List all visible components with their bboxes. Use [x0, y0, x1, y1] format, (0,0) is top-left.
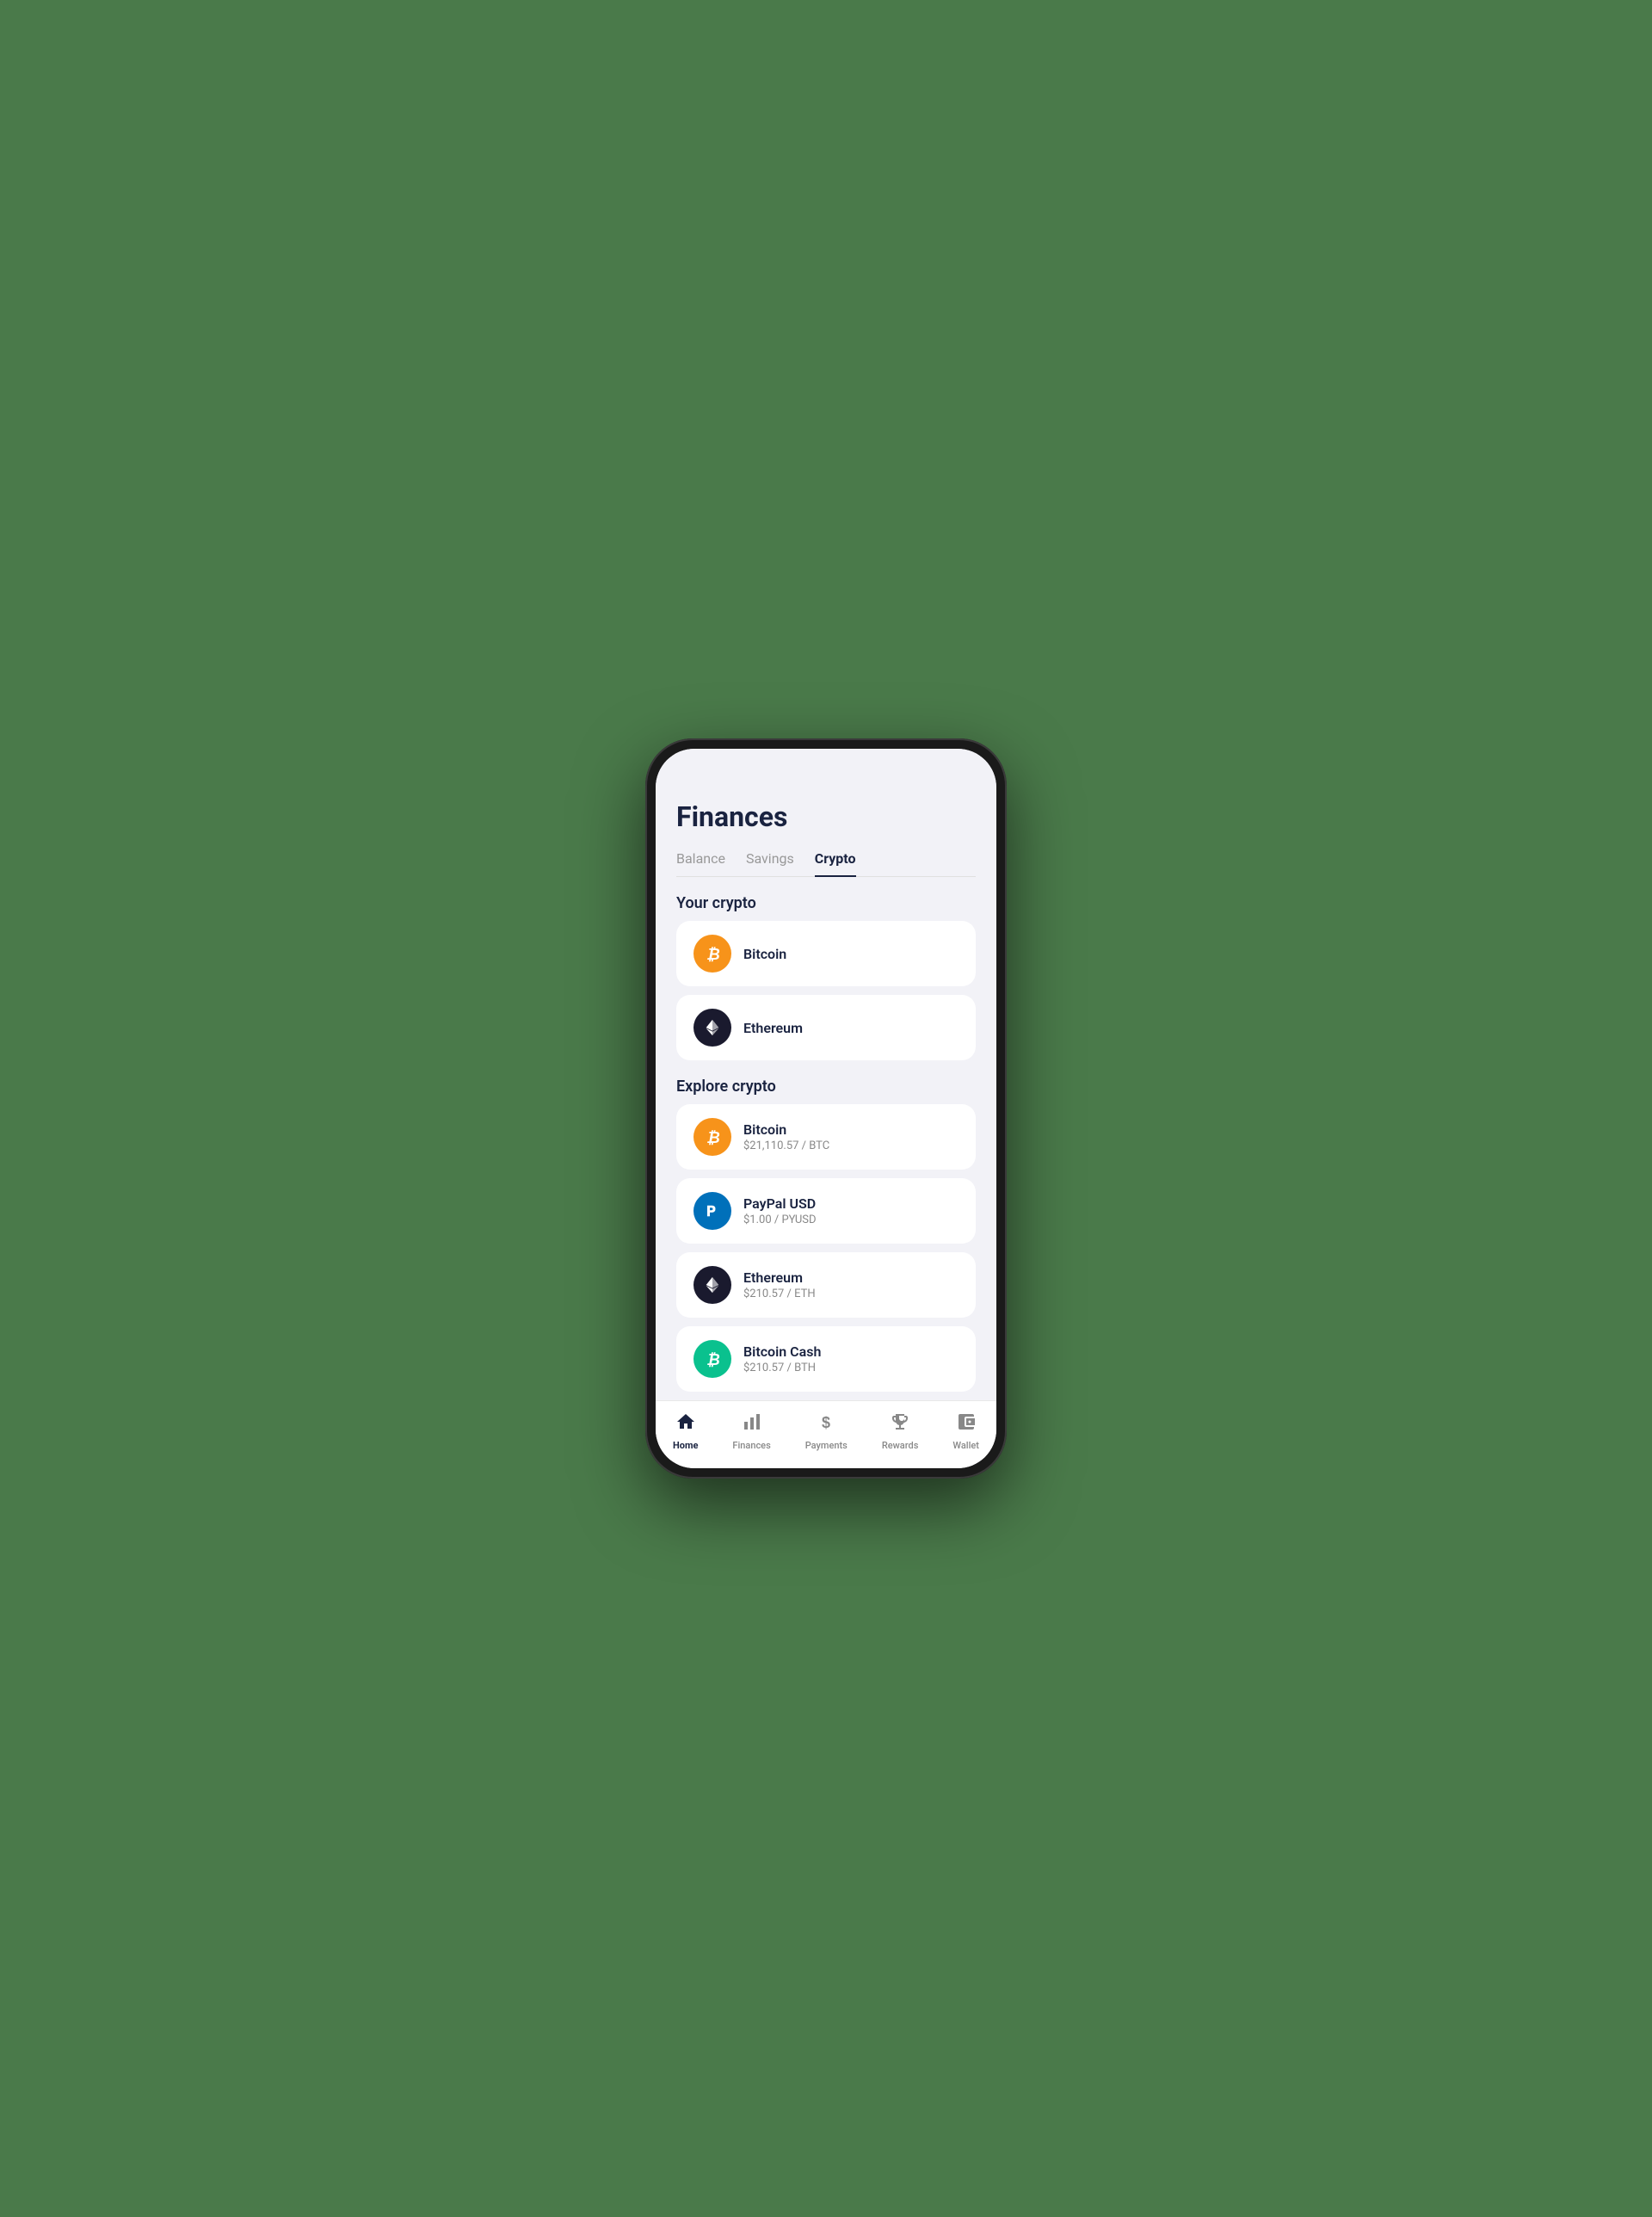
tabs-row: Balance Savings Crypto: [676, 850, 976, 877]
nav-payments-label: Payments: [805, 1440, 848, 1451]
explore-paypal-card[interactable]: 𝐏 PayPal USD $1.00 / PYUSD: [676, 1178, 976, 1244]
nav-home-label: Home: [673, 1440, 698, 1451]
explore-paypal-info: PayPal USD $1.00 / PYUSD: [743, 1195, 817, 1226]
ethereum-name: Ethereum: [743, 1020, 803, 1036]
bitcoin-info: Bitcoin: [743, 946, 786, 962]
explore-bitcoin-cash-price: $210.57 / BTH: [743, 1362, 821, 1374]
your-crypto-section: Your crypto ₿ Bitcoin: [676, 894, 976, 1060]
ethereum-icon: [693, 1009, 731, 1047]
phone-screen: Finances Balance Savings Crypto Your cry…: [656, 749, 996, 1468]
nav-home[interactable]: Home: [663, 1408, 708, 1454]
your-crypto-title: Your crypto: [676, 894, 976, 912]
explore-bitcoin-cash-icon: ₿: [693, 1340, 731, 1378]
tab-balance[interactable]: Balance: [676, 850, 725, 877]
ethereum-info: Ethereum: [743, 1020, 803, 1036]
svg-text:𝐏: 𝐏: [706, 1205, 716, 1220]
bitcoin-name: Bitcoin: [743, 946, 786, 962]
nav-payments[interactable]: $ Payments: [795, 1408, 858, 1454]
explore-paypal-icon: 𝐏: [693, 1192, 731, 1230]
explore-bitcoin-cash-info: Bitcoin Cash $210.57 / BTH: [743, 1343, 821, 1374]
bottom-nav: Home Finances $ Payments: [656, 1400, 996, 1468]
page-title: Finances: [676, 800, 976, 833]
nav-rewards-label: Rewards: [882, 1440, 919, 1451]
svg-text:₿: ₿: [706, 1351, 720, 1368]
dollar-icon: $: [816, 1411, 836, 1437]
tab-crypto[interactable]: Crypto: [815, 850, 856, 877]
explore-bitcoin-cash-name: Bitcoin Cash: [743, 1343, 821, 1360]
bar-chart-icon: [742, 1411, 762, 1437]
explore-crypto-title: Explore crypto: [676, 1078, 976, 1096]
header-section: Finances Balance Savings Crypto: [656, 787, 996, 877]
svg-text:₿: ₿: [706, 1129, 720, 1146]
explore-ethereum-icon: [693, 1266, 731, 1304]
explore-bitcoin-price: $21,110.57 / BTC: [743, 1139, 829, 1152]
phone-frame: Finances Balance Savings Crypto Your cry…: [645, 738, 1007, 1479]
explore-bitcoin-cash-card[interactable]: ₿ Bitcoin Cash $210.57 / BTH: [676, 1326, 976, 1392]
main-content: Your crypto ₿ Bitcoin: [656, 877, 996, 1400]
screen-content: Finances Balance Savings Crypto Your cry…: [656, 787, 996, 1400]
explore-paypal-name: PayPal USD: [743, 1195, 817, 1212]
explore-paypal-price: $1.00 / PYUSD: [743, 1213, 817, 1226]
your-ethereum-card[interactable]: Ethereum: [676, 995, 976, 1060]
explore-ethereum-name: Ethereum: [743, 1269, 816, 1286]
tab-savings[interactable]: Savings: [746, 850, 794, 877]
bitcoin-icon: ₿: [693, 935, 731, 973]
svg-text:₿: ₿: [706, 946, 720, 963]
explore-crypto-section: Explore crypto ₿ Bitcoin $21,110.: [676, 1078, 976, 1400]
explore-bitcoin-info: Bitcoin $21,110.57 / BTC: [743, 1121, 829, 1152]
your-bitcoin-card[interactable]: ₿ Bitcoin: [676, 921, 976, 986]
explore-bitcoin-card[interactable]: ₿ Bitcoin $21,110.57 / BTC: [676, 1104, 976, 1170]
status-bar: [656, 749, 996, 787]
trophy-icon: [890, 1411, 910, 1437]
nav-finances[interactable]: Finances: [722, 1408, 780, 1454]
nav-rewards[interactable]: Rewards: [872, 1408, 929, 1454]
nav-wallet[interactable]: Wallet: [942, 1408, 989, 1454]
explore-ethereum-card[interactable]: Ethereum $210.57 / ETH: [676, 1252, 976, 1318]
nav-wallet-label: Wallet: [952, 1440, 979, 1451]
explore-crypto-list: ₿ Bitcoin $21,110.57 / BTC: [676, 1104, 976, 1400]
home-icon: [675, 1411, 696, 1437]
explore-bitcoin-name: Bitcoin: [743, 1121, 829, 1138]
your-crypto-list: ₿ Bitcoin: [676, 921, 976, 1060]
explore-ethereum-price: $210.57 / ETH: [743, 1288, 816, 1300]
wallet-icon: [956, 1411, 977, 1437]
svg-text:$: $: [822, 1414, 830, 1431]
explore-ethereum-info: Ethereum $210.57 / ETH: [743, 1269, 816, 1300]
explore-bitcoin-icon: ₿: [693, 1118, 731, 1156]
nav-finances-label: Finances: [732, 1440, 770, 1451]
